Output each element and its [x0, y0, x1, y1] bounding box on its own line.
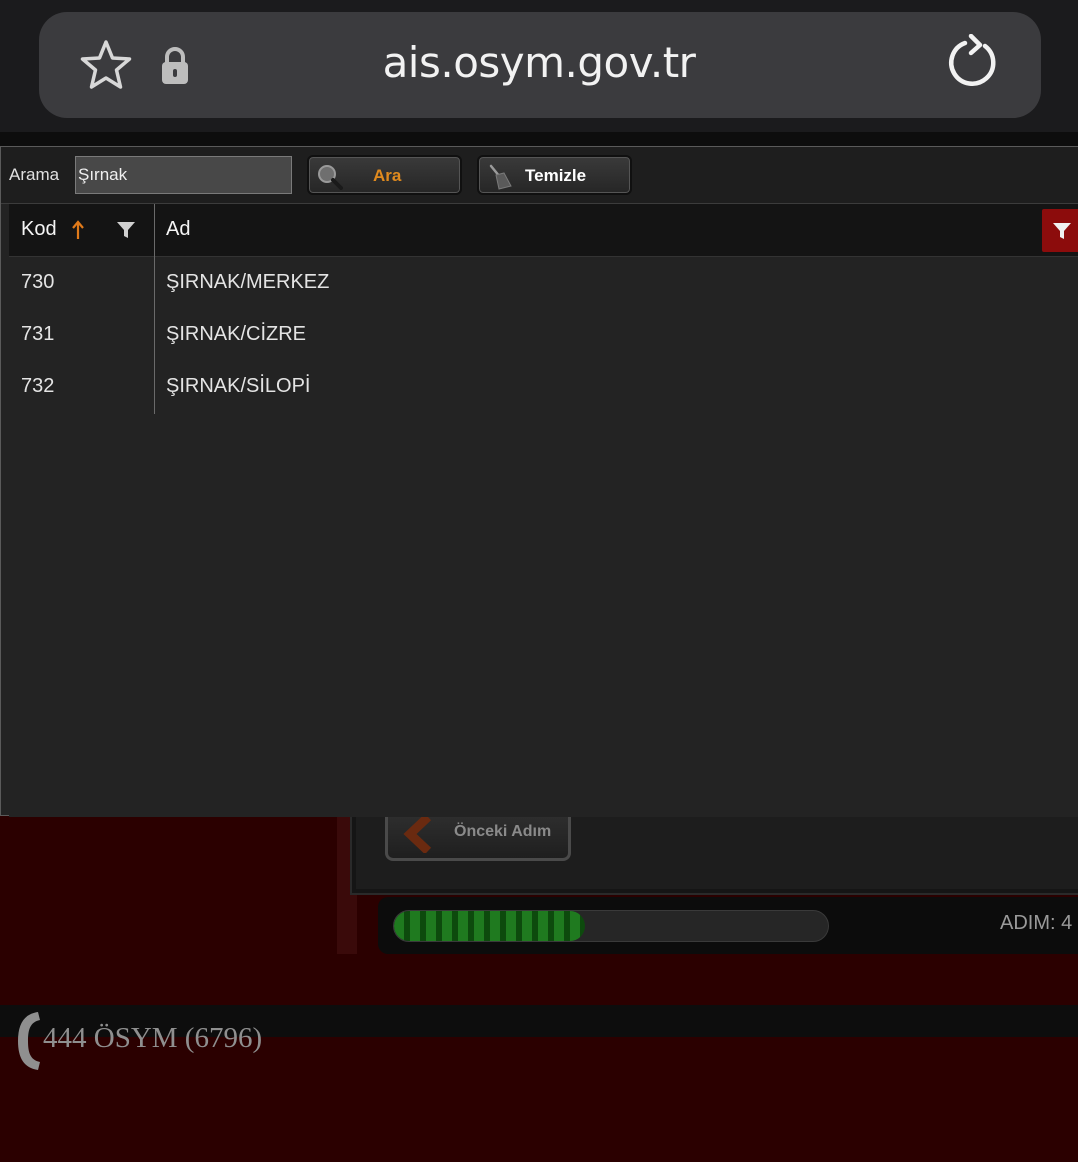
search-label: Arama [9, 165, 60, 184]
table-row[interactable]: 732 ŞIRNAK/SİLOPİ [9, 361, 1078, 413]
search-button-label: Ara [373, 166, 402, 185]
progress-fill [394, 911, 585, 941]
footer-phone[interactable]: 444 ÖSYM (6796) [43, 1022, 262, 1055]
broom-icon [489, 164, 512, 190]
cell-kod: 732 [21, 375, 55, 397]
table-row[interactable]: 730 ŞIRNAK/MERKEZ [9, 257, 1078, 309]
results-table: Kod Ad 730 ŞIRNAK/MERKEZ 731 ŞIRNAK/CİZR… [9, 204, 1078, 817]
progress-bar [393, 910, 829, 942]
cell-ad: ŞIRNAK/SİLOPİ [166, 375, 311, 397]
clear-button[interactable]: Temizle [477, 155, 632, 195]
app-header-strip [0, 132, 1078, 146]
cell-ad: ŞIRNAK/MERKEZ [166, 271, 330, 293]
table-header: Kod Ad [9, 204, 1078, 257]
column-header-kod[interactable]: Kod [21, 218, 57, 241]
lock-icon [162, 47, 188, 84]
column-header-ad[interactable]: Ad [166, 218, 190, 241]
step-indicator: ADIM: 4 [1000, 912, 1073, 934]
browser-toolbar: ais.osym.gov.tr [0, 0, 1078, 132]
cell-ad: ŞIRNAK/CİZRE [166, 323, 307, 345]
url-text[interactable]: ais.osym.gov.tr [240, 38, 838, 87]
chevron-left-icon [403, 815, 432, 853]
phone-icon [18, 1012, 40, 1070]
filter-icon[interactable] [116, 220, 136, 240]
search-input[interactable] [75, 156, 292, 194]
location-lookup-dialog: Arama Ara Temizle Kod [0, 146, 1078, 817]
reload-icon[interactable] [944, 34, 1002, 92]
search-toolbar: Arama Ara Temizle [1, 147, 1078, 204]
filter-button-ad[interactable] [1042, 209, 1078, 252]
search-button[interactable]: Ara [307, 155, 462, 195]
clear-button-label: Temizle [525, 166, 587, 185]
magnifier-icon [318, 165, 343, 190]
star-icon[interactable] [78, 38, 134, 94]
filter-icon [1053, 223, 1071, 239]
cell-kod: 730 [21, 271, 55, 293]
previous-step-label: Önceki Adım [454, 823, 552, 840]
table-row[interactable]: 731 ŞIRNAK/CİZRE [9, 309, 1078, 361]
cell-kod: 731 [21, 323, 55, 345]
previous-step-button[interactable]: Önceki Adım [385, 815, 571, 861]
sort-ascending-icon[interactable] [71, 220, 85, 240]
